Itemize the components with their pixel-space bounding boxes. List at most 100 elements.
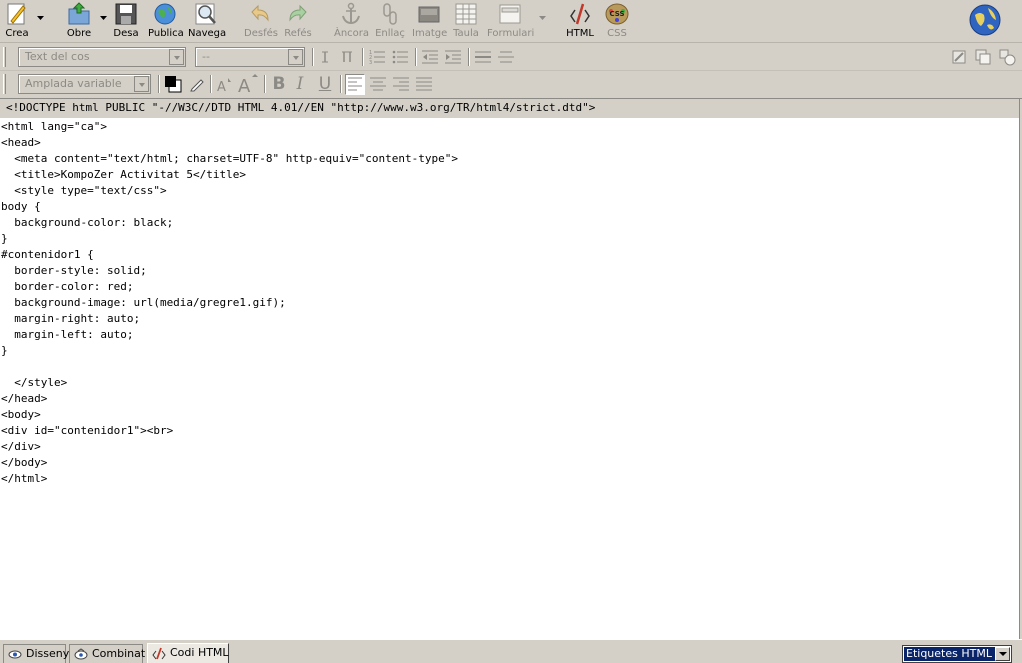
obre-button[interactable]: Obre: [63, 1, 95, 41]
publica-button[interactable]: Publica: [148, 1, 184, 41]
code-line[interactable]: <title>KompoZer Activitat 5</title>: [1, 167, 458, 183]
imatge-button[interactable]: Imatge: [412, 1, 448, 41]
code-line[interactable]: <div id="contenidor1"><br>: [1, 423, 458, 439]
source-editor[interactable]: <!DOCTYPE html PUBLIC "-//W3C//DTD HTML …: [0, 98, 1022, 640]
numbered-list-icon[interactable]: 1 2 3: [368, 48, 386, 66]
outdent-icon[interactable]: [421, 48, 439, 66]
enllac-label: Enllaç: [375, 28, 405, 39]
ancora-button[interactable]: Àncora: [334, 1, 370, 41]
html-tag-icon: [152, 647, 166, 660]
main-toolbar: Crea Obre Desa Publica Navega Desfés Ref…: [0, 0, 1022, 43]
code-line[interactable]: <body>: [1, 407, 458, 423]
align-left-icon: [348, 77, 362, 91]
align-right-icon[interactable]: [392, 76, 410, 94]
format-toolbar-1: Text del cos -- 1 2 3: [0, 44, 1022, 71]
code-line[interactable]: </div>: [1, 439, 458, 455]
block-spacing-icon[interactable]: [497, 48, 515, 66]
refes-button[interactable]: Refés: [283, 1, 313, 41]
tab-disseny-label: Disseny: [26, 647, 70, 660]
code-line[interactable]: </html>: [1, 471, 458, 487]
code-line[interactable]: </body>: [1, 455, 458, 471]
toolbar-separator: [362, 48, 364, 66]
imatge-label: Imatge: [412, 28, 448, 39]
indent-icon[interactable]: [444, 48, 462, 66]
desa-button[interactable]: Desa: [113, 1, 139, 41]
bullet-list-icon[interactable]: [391, 48, 409, 66]
code-line[interactable]: margin-left: auto;: [1, 327, 458, 343]
italic-button[interactable]: I: [291, 75, 309, 93]
code-line[interactable]: body {: [1, 199, 458, 215]
code-line[interactable]: [1, 359, 458, 375]
obre-label: Obre: [66, 28, 92, 39]
code-line[interactable]: </head>: [1, 391, 458, 407]
increase-font-icon[interactable]: A: [238, 73, 258, 93]
ancora-label: Àncora: [334, 28, 370, 39]
html-tags-value: Etiquetes HTML: [904, 647, 996, 661]
code-line[interactable]: border-style: solid;: [1, 263, 458, 279]
html-source-button[interactable]: HTML: [565, 1, 595, 41]
code-line[interactable]: }: [1, 231, 458, 247]
align-left-button[interactable]: [345, 74, 365, 95]
formulari-button[interactable]: Formulari: [487, 1, 535, 41]
align-center-icon[interactable]: [369, 76, 387, 94]
code-line[interactable]: border-color: red;: [1, 279, 458, 295]
html-tag-icon: [570, 3, 590, 25]
undo-arrow-icon: [251, 4, 269, 22]
formulari-dropdown-arrow-icon[interactable]: [539, 16, 546, 21]
paragraph-style-select[interactable]: Text del cos: [18, 47, 186, 67]
crea-button[interactable]: Crea: [3, 1, 31, 41]
code-line[interactable]: </style>: [1, 375, 458, 391]
shapes-icon[interactable]: [998, 48, 1016, 66]
font-face-value: Amplada variable: [25, 77, 122, 90]
css-button[interactable]: CSS CSS: [603, 1, 631, 41]
code-line[interactable]: margin-right: auto;: [1, 311, 458, 327]
html-tags-select[interactable]: Etiquetes HTML: [902, 645, 1012, 663]
desfes-button[interactable]: Desfés: [244, 1, 278, 41]
horizontal-rule-icon[interactable]: [474, 48, 492, 66]
underline-button[interactable]: U: [316, 75, 334, 93]
tab-codi-html[interactable]: Codi HTML: [147, 643, 229, 663]
toolbar-separator: [340, 75, 342, 93]
code-line[interactable]: <head>: [1, 135, 458, 151]
obre-dropdown-arrow-icon[interactable]: [100, 16, 107, 21]
code-area[interactable]: <html lang="ca"> <head> <meta content="te…: [1, 119, 458, 487]
toolbar-separator: [468, 48, 470, 66]
navega-button[interactable]: Navega: [188, 1, 226, 41]
text-color-swatch-icon[interactable]: [164, 75, 182, 93]
taula-button[interactable]: Taula: [452, 1, 480, 41]
edit-style-icon[interactable]: [950, 48, 968, 66]
tab-combinat-label: Combinat: [92, 647, 146, 660]
toolbar-separator: [415, 48, 417, 66]
code-line[interactable]: <html lang="ca">: [1, 119, 458, 135]
throbber-globe-icon: [969, 4, 1001, 36]
layer-copy-icon[interactable]: [974, 48, 992, 66]
tab-combinat[interactable]: Combinat: [69, 644, 146, 663]
taula-label: Taula: [453, 28, 479, 39]
font-size-larger-icon[interactable]: [338, 48, 356, 66]
align-justify-icon[interactable]: [415, 76, 433, 94]
code-line[interactable]: background-image: url(media/gregre1.gif)…: [1, 295, 458, 311]
font-face-select[interactable]: Amplada variable: [18, 74, 151, 94]
font-size-select[interactable]: --: [195, 47, 305, 67]
font-size-smaller-icon[interactable]: [316, 48, 334, 66]
toolbar-separator: [210, 75, 212, 93]
open-folder-icon: [68, 2, 90, 25]
doctype-text: <!DOCTYPE html PUBLIC "-//W3C//DTD HTML …: [6, 101, 596, 114]
chevron-down-icon: [288, 49, 303, 65]
code-line[interactable]: <style type="text/css">: [1, 183, 458, 199]
enllac-button[interactable]: Enllaç: [375, 1, 405, 41]
highlight-pencil-icon[interactable]: [188, 75, 206, 93]
code-line[interactable]: <meta content="text/html; charset=UTF-8"…: [1, 151, 458, 167]
decrease-font-icon[interactable]: A: [216, 75, 234, 93]
code-line[interactable]: background-color: black;: [1, 215, 458, 231]
code-line[interactable]: #contenidor1 {: [1, 247, 458, 263]
chevron-down-icon: [995, 647, 1010, 661]
code-line[interactable]: }: [1, 343, 458, 359]
refes-label: Refés: [284, 28, 312, 39]
toolbar-grip[interactable]: [3, 47, 6, 67]
crea-dropdown-arrow-icon[interactable]: [37, 16, 44, 21]
formulari-label: Formulari: [487, 28, 535, 39]
bold-button[interactable]: B: [270, 75, 288, 93]
toolbar-grip[interactable]: [3, 74, 6, 94]
tab-disseny[interactable]: Disseny: [3, 644, 70, 663]
